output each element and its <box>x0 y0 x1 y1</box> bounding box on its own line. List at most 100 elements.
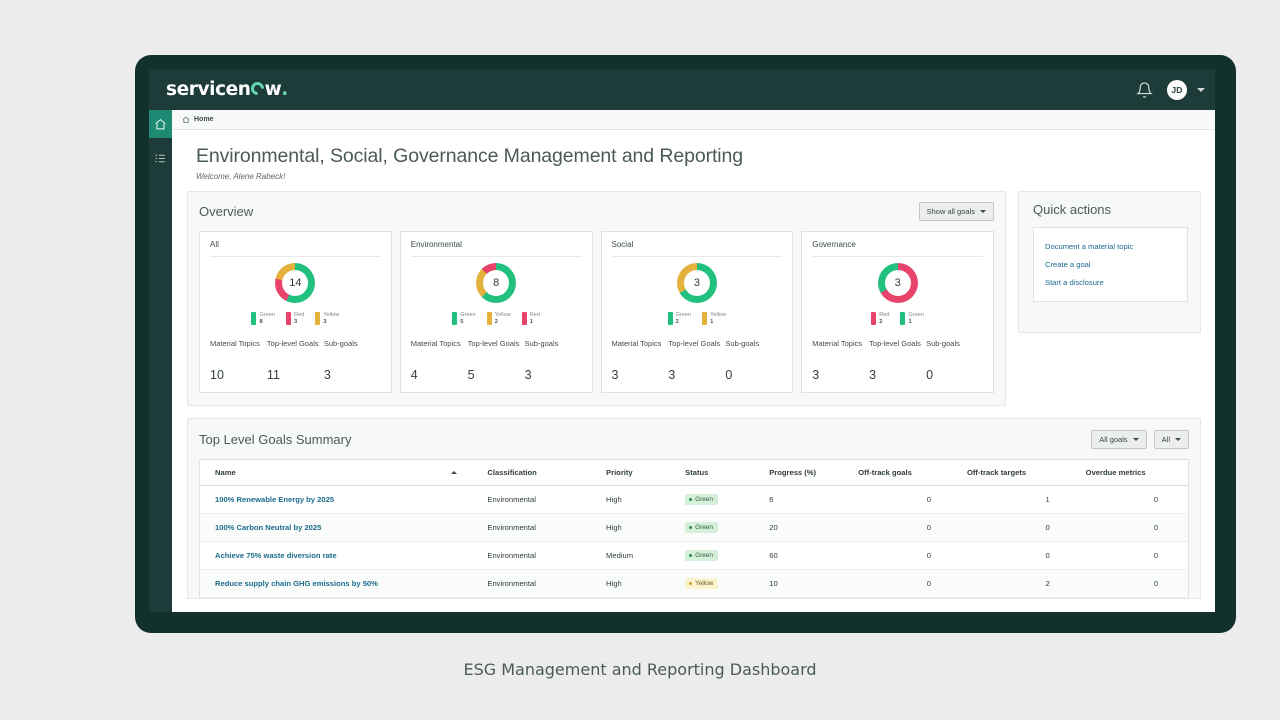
legend-count: 2 <box>879 318 883 325</box>
column-header-status[interactable]: Status <box>679 459 764 487</box>
table-row[interactable]: 100% Renewable Energy by 2025 Environmen… <box>199 485 1189 515</box>
sort-ascending-icon[interactable] <box>451 471 458 475</box>
stat-top-level-goals: Top-level Goals 3 <box>668 339 725 382</box>
column-header-progress[interactable]: Progress (%) <box>763 459 853 487</box>
donut-chart: 3 <box>812 263 983 303</box>
column-header-off-track-targets[interactable]: Off-track targets <box>961 459 1080 487</box>
quick-action-link[interactable]: Start a disclosure <box>1045 273 1176 291</box>
bell-icon[interactable] <box>1136 81 1153 99</box>
metric-card: Governance 3 Red 2 Green 1 Material Topi… <box>801 231 994 394</box>
cell-overdue-metrics: 0 <box>1079 485 1189 515</box>
chevron-down-icon <box>1132 438 1139 442</box>
cell-classification: Environmental <box>481 485 601 515</box>
table-row[interactable]: Achieve 75% waste diversion rate Environ… <box>199 541 1189 571</box>
servicenow-logo[interactable]: servicen w. <box>166 79 288 100</box>
stat-value: 11 <box>266 368 280 383</box>
quick-actions-panel: Quick actions Document a material topic C… <box>1018 191 1201 333</box>
stat-sub-goals: Sub-goals 0 <box>725 339 782 382</box>
legend-count: 1 <box>908 318 912 325</box>
chevron-down-icon <box>980 210 986 213</box>
stat-sub-goals: Sub-goals 3 <box>324 339 381 382</box>
legend-item: Green 8 <box>251 312 275 326</box>
quick-actions-header: Quick actions <box>1033 202 1188 217</box>
cell-priority: High <box>600 513 680 543</box>
legend-swatch-icon <box>900 312 906 325</box>
donut-ring: 3 <box>676 263 717 303</box>
page-header: Environmental, Social, Governance Manage… <box>172 130 1215 191</box>
legend-label: Red <box>529 312 541 318</box>
column-header-name[interactable]: Name <box>199 459 482 487</box>
goal-name-link[interactable]: Achieve 75% waste diversion rate <box>215 551 337 560</box>
stat-label: Sub-goals <box>323 339 358 349</box>
goals-summary-filters: All goals All <box>1091 430 1189 450</box>
stat-top-level-goals: Top-level Goals 5 <box>468 339 525 382</box>
status-dot-icon <box>689 498 693 502</box>
stat-value: 3 <box>323 368 331 383</box>
column-header-priority[interactable]: Priority <box>600 459 680 487</box>
cell-progress: 20 <box>763 513 853 543</box>
all-filter-dropdown[interactable]: All <box>1153 430 1189 450</box>
legend-item: Green 1 <box>900 312 924 326</box>
cell-priority: High <box>600 569 680 599</box>
metric-card: All 14 Green 8 Red 3 Yellow 3 Material T… <box>199 231 392 394</box>
goals-table-body: 100% Renewable Energy by 2025 Environmen… <box>199 485 1189 599</box>
overview-actions: Show all goals <box>918 202 994 221</box>
stat-label: Top-level Goals <box>668 339 721 349</box>
legend-label: Green <box>675 312 692 318</box>
home-icon <box>182 116 190 123</box>
status-dot-icon <box>689 554 693 558</box>
goal-name-link[interactable]: 100% Carbon Neutral by 2025 <box>215 523 321 532</box>
cell-overdue-metrics: 0 <box>1079 541 1189 571</box>
cell-status: Green <box>679 485 764 515</box>
stat-material-topics: Material Topics 3 <box>612 339 669 382</box>
status-dot-icon <box>689 582 693 586</box>
legend-swatch-icon <box>702 312 708 325</box>
cell-off-track-goals: 0 <box>852 569 961 599</box>
quick-actions-title: Quick actions <box>1033 202 1112 217</box>
goal-name-link[interactable]: 100% Renewable Energy by 2025 <box>215 495 334 504</box>
table-row[interactable]: Reduce supply chain GHG emissions by 50%… <box>199 569 1189 599</box>
overview-panel: Overview Show all goals All 14 Green 8 R… <box>187 191 1006 407</box>
legend-swatch-icon <box>871 312 877 325</box>
column-header-off-track-goals[interactable]: Off-track goals <box>852 459 961 487</box>
legend-count: 1 <box>529 318 533 325</box>
column-header-classification[interactable]: Classification <box>481 459 601 487</box>
overview-title: Overview <box>199 204 254 219</box>
stat-sub-goals: Sub-goals 0 <box>926 339 983 382</box>
all-goals-filter-dropdown[interactable]: All goals <box>1091 430 1147 450</box>
stat-label: Material Topics <box>410 339 461 349</box>
cell-off-track-targets: 0 <box>961 541 1080 571</box>
cell-priority: Medium <box>600 541 680 571</box>
cell-name: Reduce supply chain GHG emissions by 50% <box>199 569 482 599</box>
status-badge: Green <box>685 494 718 506</box>
cell-off-track-goals: 0 <box>852 513 961 543</box>
legend-label: Red <box>294 312 305 318</box>
cell-priority: High <box>600 485 680 515</box>
cell-overdue-metrics: 0 <box>1079 569 1189 599</box>
table-row[interactable]: 100% Carbon Neutral by 2025 Environmenta… <box>199 513 1189 543</box>
stat-value: 10 <box>210 368 224 383</box>
status-badge-label: Green <box>695 552 713 560</box>
rail-item-menu[interactable] <box>149 144 172 172</box>
cell-progress: 6 <box>763 485 853 515</box>
quick-action-link[interactable]: Document a material topic <box>1045 237 1176 255</box>
stat-value: 3 <box>524 368 532 383</box>
avatar[interactable]: JD <box>1167 79 1187 100</box>
quick-action-link[interactable]: Create a goal <box>1045 255 1176 273</box>
legend-count: 5 <box>460 318 464 325</box>
legend-swatch-icon <box>667 312 673 325</box>
column-header-overdue-metrics[interactable]: Overdue metrics <box>1079 459 1189 487</box>
cell-status: Green <box>679 513 764 543</box>
logo-text: servicen <box>166 79 251 100</box>
cell-progress: 10 <box>763 569 853 599</box>
legend-item: Yellow 1 <box>702 312 726 326</box>
chevron-down-icon[interactable] <box>1197 87 1205 92</box>
legend-label: Green <box>908 312 925 318</box>
show-all-goals-dropdown[interactable]: Show all goals <box>918 202 994 221</box>
stat-label: Sub-goals <box>725 339 760 349</box>
breadcrumb-item-home[interactable]: Home <box>194 116 213 123</box>
legend-count: 2 <box>494 318 499 325</box>
rail-item-home[interactable] <box>149 110 172 138</box>
goal-name-link[interactable]: Reduce supply chain GHG emissions by 50% <box>215 579 378 588</box>
figure-caption: ESG Management and Reporting Dashboard <box>463 660 817 679</box>
